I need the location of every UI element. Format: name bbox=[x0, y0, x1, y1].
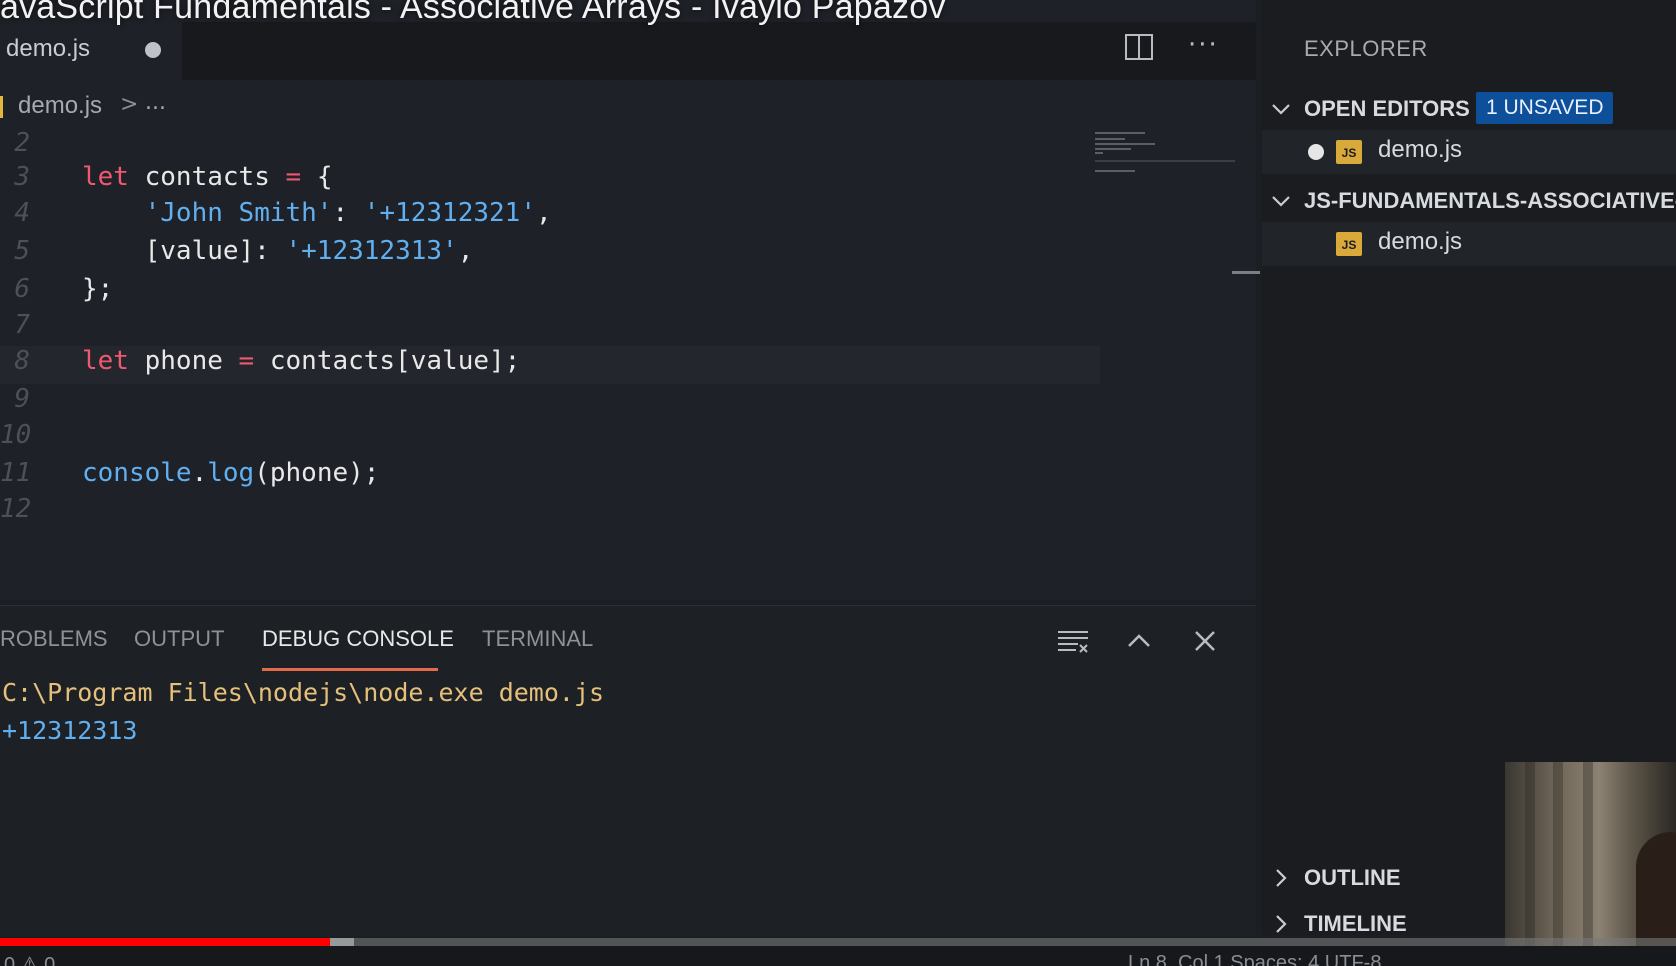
modified-indicator bbox=[0, 96, 3, 118]
code-line[interactable]: 5 [value]: '+12312313', bbox=[0, 236, 1100, 274]
code-line[interactable]: 12 bbox=[0, 494, 1100, 532]
line-number: 9 bbox=[14, 384, 30, 414]
problems-status[interactable]: 0 ⚠ 0 bbox=[4, 952, 55, 966]
breadcrumb-symbols[interactable]: ... bbox=[145, 90, 166, 115]
line-number: 10 bbox=[0, 420, 32, 450]
console-line: +12312313 bbox=[2, 716, 138, 745]
line-number: 12 bbox=[0, 494, 32, 524]
outline-label: OUTLINE bbox=[1304, 865, 1401, 890]
unsaved-dot-icon[interactable] bbox=[1308, 144, 1324, 160]
code-text: let phone = contacts[value]; bbox=[82, 346, 521, 376]
explorer-title: EXPLORER bbox=[1304, 36, 1428, 61]
split-editor-icon[interactable] bbox=[1124, 32, 1154, 62]
editor-tab-bar: demo.js ··· bbox=[0, 22, 1256, 80]
played-bar bbox=[0, 938, 331, 946]
breadcrumb-file[interactable]: demo.js bbox=[18, 92, 102, 120]
bottom-panel: ROBLEMS OUTPUT DEBUG CONSOLE TERMINAL C:… bbox=[0, 605, 1256, 935]
code-line[interactable]: 3 let contacts = { bbox=[0, 162, 1100, 200]
code-text: [value]: '+12312313', bbox=[82, 236, 474, 266]
line-number: 11 bbox=[0, 458, 32, 488]
video-title: avaScript Fundamentals - Associative Arr… bbox=[0, 0, 946, 26]
javascript-file-icon: JS bbox=[1336, 140, 1362, 164]
editor-area: demo.js ··· demo.js > ... 2 3 let contacts… bbox=[0, 0, 1260, 600]
folder-section[interactable]: JS-FUNDAMENTALS-ASSOCIATIVE- bbox=[1262, 180, 1676, 222]
open-editor-item-demo-js[interactable]: JS demo.js bbox=[1262, 130, 1676, 174]
close-panel-icon[interactable] bbox=[1188, 626, 1222, 656]
code-text: 'John Smith': '+12312321', bbox=[144, 198, 552, 228]
chevron-right-icon bbox=[1276, 915, 1287, 933]
chevron-down-icon bbox=[1272, 104, 1290, 115]
tab-label: demo.js bbox=[6, 35, 91, 62]
code-text: }; bbox=[82, 274, 114, 304]
line-number: 8 bbox=[14, 346, 30, 376]
chevron-down-icon bbox=[1272, 196, 1290, 207]
unsaved-badge: 1 UNSAVED bbox=[1476, 92, 1614, 124]
unsaved-dot-icon bbox=[145, 42, 161, 58]
timeline-label: TIMELINE bbox=[1304, 911, 1407, 936]
code-text: let contacts = { bbox=[82, 162, 333, 192]
console-line: C:\Program Files\nodejs\node.exe demo.js bbox=[2, 678, 605, 707]
chevron-right-icon bbox=[1276, 869, 1287, 887]
tree-item-demo-js[interactable]: JS demo.js bbox=[1262, 222, 1676, 266]
folder-label: JS-FUNDAMENTALS-ASSOCIATIVE- bbox=[1304, 188, 1676, 213]
cursor-status[interactable]: Ln 8, Col 1 Spaces: 4 UTF-8 bbox=[1128, 952, 1381, 966]
clear-console-icon[interactable] bbox=[1056, 626, 1090, 656]
breadcrumb: demo.js > ... bbox=[0, 86, 1256, 130]
line-number: 5 bbox=[14, 236, 30, 266]
code-line[interactable]: 4 'John Smith': '+12312321', bbox=[0, 198, 1100, 236]
javascript-file-icon: JS bbox=[1336, 232, 1362, 256]
code-text: console.log(phone); bbox=[82, 458, 380, 488]
tab-terminal[interactable]: TERMINAL bbox=[482, 626, 593, 652]
open-editors-section[interactable]: OPEN EDITORS 1 UNSAVED bbox=[1262, 88, 1676, 130]
code-line[interactable]: 7 bbox=[0, 310, 1100, 348]
code-line[interactable]: 6}; bbox=[0, 274, 1100, 312]
code-line[interactable]: 11 console.log(phone); bbox=[0, 458, 1100, 496]
video-progress-bar[interactable] bbox=[0, 938, 1676, 946]
code-line[interactable]: 10 bbox=[0, 420, 1100, 458]
code-line[interactable]: 9 bbox=[0, 384, 1100, 422]
webcam-overlay bbox=[1505, 762, 1676, 966]
scrollbar-marker[interactable] bbox=[1232, 271, 1260, 274]
more-actions-icon[interactable]: ··· bbox=[1188, 30, 1220, 60]
line-number: 4 bbox=[14, 198, 30, 228]
chevron-right-icon: > bbox=[120, 92, 139, 117]
code-line[interactable]: 2 bbox=[0, 128, 1100, 166]
status-bar: 0 ⚠ 0 Ln 8, Col 1 Spaces: 4 UTF-8 bbox=[0, 946, 1676, 966]
file-label: demo.js bbox=[1378, 136, 1463, 163]
line-number: 6 bbox=[14, 274, 30, 304]
minimap[interactable] bbox=[1095, 130, 1235, 180]
maximize-panel-icon[interactable] bbox=[1122, 626, 1156, 656]
tab-demo-js[interactable]: demo.js bbox=[0, 22, 182, 80]
line-number: 3 bbox=[14, 162, 30, 192]
tab-problems[interactable]: ROBLEMS bbox=[0, 626, 108, 652]
open-editors-label: OPEN EDITORS bbox=[1304, 96, 1470, 121]
line-number: 7 bbox=[14, 310, 30, 340]
code-line[interactable]: 8 let phone = contacts[value]; bbox=[0, 346, 1100, 384]
tab-output[interactable]: OUTPUT bbox=[134, 626, 224, 652]
file-label: demo.js bbox=[1378, 228, 1463, 255]
active-tab-indicator bbox=[262, 668, 438, 671]
tab-debug-console[interactable]: DEBUG CONSOLE bbox=[262, 626, 454, 652]
line-number: 2 bbox=[14, 128, 30, 158]
